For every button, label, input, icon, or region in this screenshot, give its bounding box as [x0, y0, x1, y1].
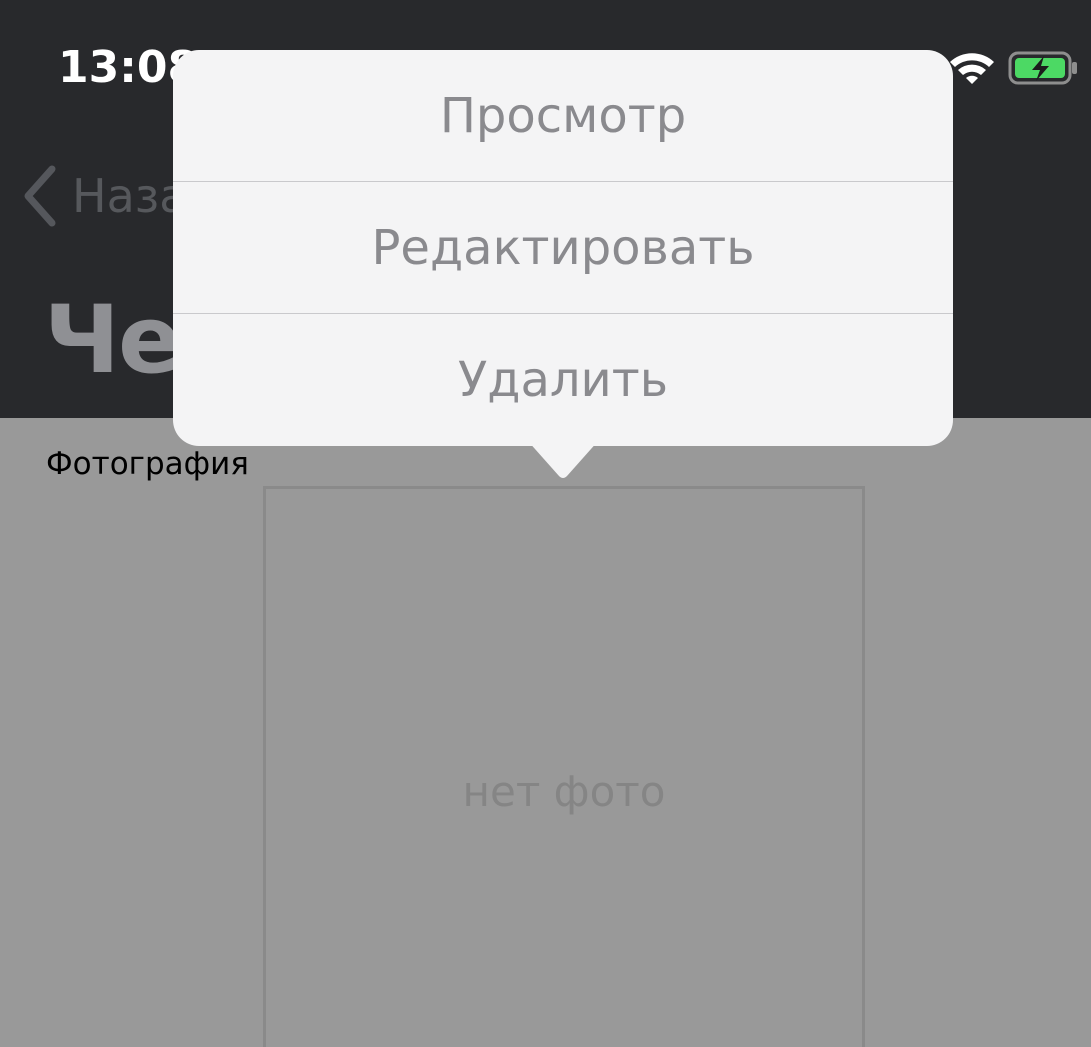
wifi-icon	[950, 53, 994, 84]
battery-charging-icon	[1008, 51, 1077, 85]
menu-item-edit[interactable]: Редактировать	[173, 182, 953, 313]
chevron-left-icon	[24, 165, 56, 227]
popover-arrow	[527, 440, 599, 478]
photo-placeholder[interactable]: нет фото	[263, 486, 865, 1047]
screen: 13:08 Назад Черновик	[0, 0, 1091, 1047]
menu-item-delete[interactable]: Удалить	[173, 314, 953, 445]
no-photo-text: нет фото	[462, 767, 666, 816]
menu-item-view[interactable]: Просмотр	[173, 50, 953, 181]
photo-section-label: Фотография	[46, 446, 249, 482]
popover-menu: Просмотр Редактировать Удалить	[173, 50, 953, 446]
